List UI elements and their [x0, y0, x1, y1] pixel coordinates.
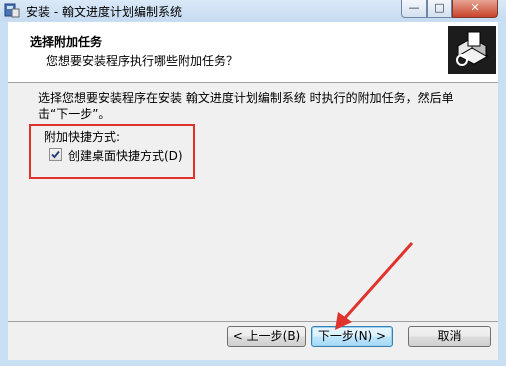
wizard-header: 选择附加任务 您想要安装程序执行哪些附加任务？: [8, 22, 498, 83]
window-title: 安装 - 翰文进度计划编制系统: [26, 5, 182, 19]
page-title: 选择附加任务: [30, 35, 103, 49]
page-subtitle: 您想要安装程序执行哪些附加任务？: [46, 54, 239, 68]
maximize-button[interactable]: □: [427, 0, 452, 18]
back-button[interactable]: < 上一步(B): [227, 326, 306, 347]
title-bar: 安装 - 翰文进度计划编制系统 — □ ✕: [0, 0, 506, 21]
task-description: 选择您想要安装程序在安装 翰文进度计划编制系统 时执行的附加任务，然后单击“下一…: [38, 91, 454, 121]
annotation-highlight-box: [29, 124, 195, 179]
next-button[interactable]: 下一步(N) >: [311, 326, 393, 347]
installer-app-icon: [4, 3, 20, 18]
minimize-button[interactable]: —: [401, 0, 427, 18]
cancel-button[interactable]: 取消: [408, 326, 491, 347]
close-button[interactable]: ✕: [452, 0, 498, 18]
setup-box-icon: [448, 26, 496, 74]
